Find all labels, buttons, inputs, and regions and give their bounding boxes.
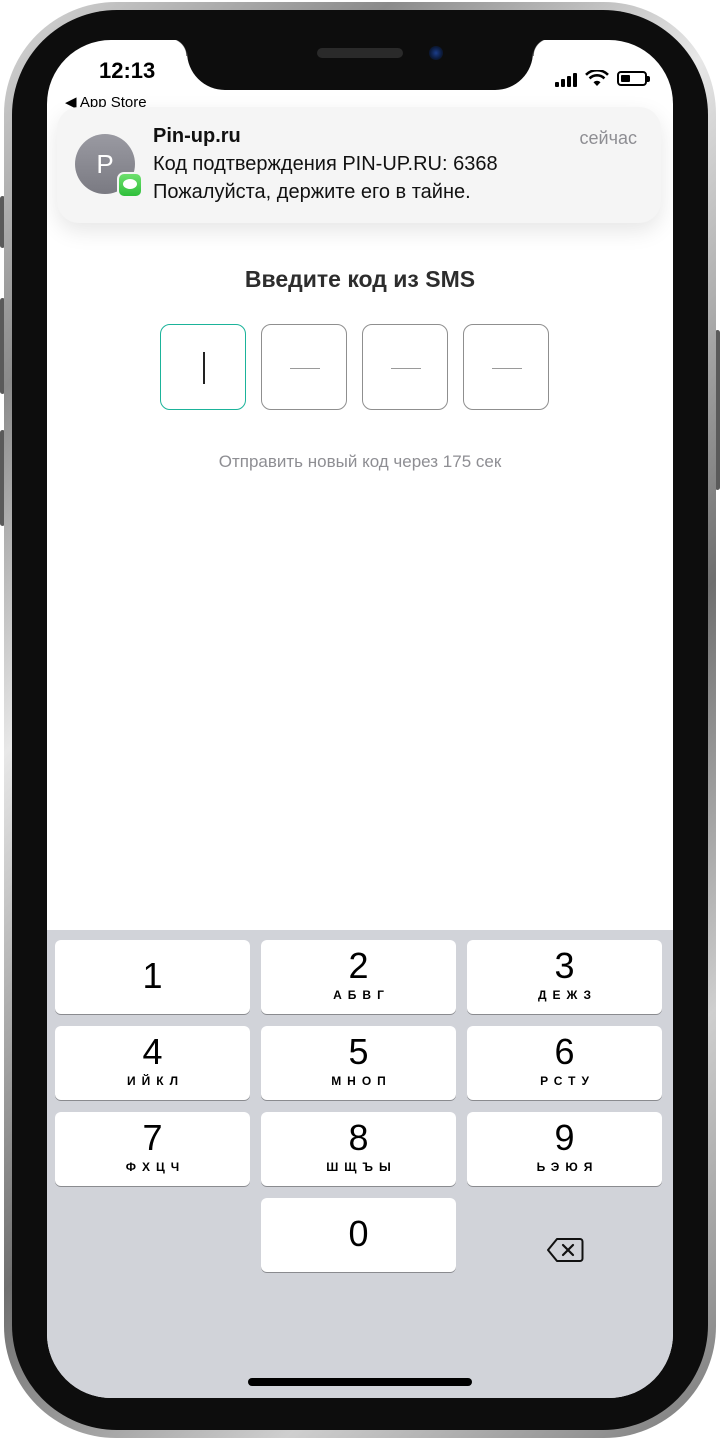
key-digit: 6 — [554, 1031, 575, 1072]
key-9[interactable]: 9 ЬЭЮЯ — [467, 1112, 662, 1186]
notification-message-line: Код подтверждения PIN-UP.RU: 6368 — [153, 153, 498, 175]
front-camera — [429, 46, 443, 60]
status-icons — [555, 70, 650, 87]
key-4[interactable]: 4 ИЙКЛ — [55, 1026, 250, 1100]
empty-digit-dash — [290, 368, 320, 369]
code-digit-field[interactable] — [261, 324, 347, 410]
key-letters: ШЩЪЫ — [326, 1160, 397, 1174]
key-7[interactable]: 7 ФХЦЧ — [55, 1112, 250, 1186]
key-digit: 5 — [348, 1031, 369, 1072]
status-time: 12:13 — [99, 58, 156, 83]
key-5[interactable]: 5 МНОП — [261, 1026, 456, 1100]
numeric-keypad: 1 2 АБВГ 3 ДЕЖЗ 4 ИЙКЛ 5 МНОП 6 РСТУ 7 Ф… — [47, 930, 673, 1398]
home-indicator[interactable] — [248, 1378, 472, 1386]
key-6[interactable]: 6 РСТУ — [467, 1026, 662, 1100]
key-0[interactable]: 0 — [261, 1198, 456, 1272]
phone-screen: 12:13 ◀ App Store P Pin-up.ru сейчас Код… — [47, 40, 673, 1398]
resend-code-countdown: Отправить новый код через 175 сек — [218, 452, 502, 471]
backspace-button[interactable] — [467, 1213, 662, 1287]
key-digit: 8 — [348, 1117, 369, 1158]
key-1[interactable]: 1 — [55, 940, 250, 1014]
cellular-signal-icon — [555, 71, 577, 87]
key-digit: 7 — [142, 1117, 163, 1158]
notification-time: сейчас — [579, 128, 637, 148]
notch — [169, 40, 551, 90]
sms-code-input[interactable] — [160, 324, 549, 410]
key-letters: ИЙКЛ — [127, 1074, 184, 1088]
key-digit: 4 — [142, 1031, 163, 1072]
key-digit: 0 — [348, 1213, 369, 1254]
key-digit: 1 — [142, 955, 163, 996]
key-digit: 3 — [554, 945, 575, 986]
key-digit: 2 — [348, 945, 369, 986]
code-digit-field[interactable] — [362, 324, 448, 410]
code-digit-field[interactable] — [463, 324, 549, 410]
code-digit-field[interactable] — [160, 324, 246, 410]
text-cursor — [203, 352, 205, 384]
key-letters: МНОП — [331, 1074, 392, 1088]
messages-app-icon — [117, 172, 143, 198]
notification-message-line: Пожалуйста, держите его в тайне. — [153, 181, 471, 203]
battery-icon — [617, 71, 650, 86]
key-letters: ДЕЖЗ — [537, 988, 598, 1002]
key-digit: 9 — [554, 1117, 575, 1158]
sms-notification-banner[interactable]: P Pin-up.ru сейчас Код подтверждения PIN… — [57, 107, 661, 223]
delete-left-icon — [546, 1238, 583, 1262]
key-letters: ФХЦЧ — [125, 1160, 186, 1174]
key-8[interactable]: 8 ШЩЪЫ — [261, 1112, 456, 1186]
empty-digit-dash — [492, 368, 522, 369]
wifi-icon — [585, 70, 609, 86]
key-letters: РСТУ — [540, 1074, 595, 1088]
key-3[interactable]: 3 ДЕЖЗ — [467, 940, 662, 1014]
empty-digit-dash — [391, 368, 421, 369]
notification-sender: Pin-up.ru — [153, 125, 241, 147]
key-letters: АБВГ — [333, 988, 390, 1002]
key-letters: ЬЭЮЯ — [536, 1160, 599, 1174]
key-2[interactable]: 2 АБВГ — [261, 940, 456, 1014]
page-title: Введите код из SMS — [244, 266, 476, 292]
earpiece-speaker — [317, 48, 403, 58]
